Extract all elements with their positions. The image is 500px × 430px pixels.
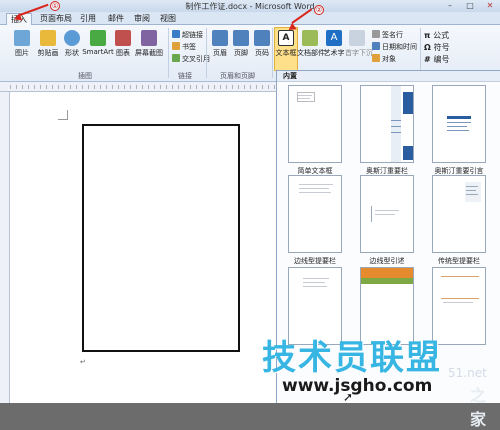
wordart-button[interactable]: A 艺术字 (323, 30, 345, 58)
group-links: 链接 (178, 72, 192, 80)
equation-button[interactable]: π 公式 (424, 30, 449, 41)
vertical-ruler[interactable] (0, 92, 10, 403)
footer-button[interactable]: 页脚 (230, 30, 252, 58)
header-button[interactable]: 页眉 (209, 30, 231, 58)
gallery-item-austin-quote[interactable]: 奥斯汀重要引言 (425, 85, 493, 176)
date-time-button[interactable]: 日期和时间 (372, 42, 417, 52)
cross-reference-icon (172, 54, 180, 62)
bookmark-button[interactable]: 书签 (172, 42, 196, 52)
watermark-url: www.jsgho.com (282, 376, 433, 396)
gallery-thumbnail (360, 175, 414, 253)
gallery-header: 内置 (277, 71, 500, 82)
signature-line-button[interactable]: 签名行 (372, 30, 403, 40)
gallery-thumbnail (432, 175, 486, 253)
clipart-icon (40, 30, 56, 46)
drop-cap-icon (349, 30, 365, 46)
clipart-button[interactable]: 剪贴画 (34, 30, 62, 58)
chart-button[interactable]: 图表 (112, 30, 134, 58)
gallery-thumbnail (288, 175, 342, 253)
smartart-icon (90, 30, 106, 46)
paragraph-mark: ↵ (80, 358, 86, 366)
header-icon (212, 30, 228, 46)
symbol-button[interactable]: Ω 符号 (424, 42, 450, 53)
gallery-item-sideline-sidebar[interactable]: 边线型提要栏 (281, 175, 349, 266)
picture-icon (14, 30, 30, 46)
gallery-thumbnail (360, 85, 414, 163)
bookmark-icon (172, 42, 180, 50)
link-icon (172, 30, 180, 38)
tab-review[interactable]: 审阅 (130, 13, 154, 25)
gallery-thumbnail (432, 85, 486, 163)
gallery-item-traditional-sidebar[interactable]: 传统型提要栏 (425, 175, 493, 266)
watermark-brand: 技术员联盟 (262, 338, 442, 378)
cross-reference-button[interactable]: 交叉引用 (172, 54, 210, 64)
gallery-item-simple-textbox[interactable]: 简单文本框 (281, 85, 349, 176)
shapes-button[interactable]: 形状 (60, 30, 84, 58)
pi-icon: π (424, 31, 434, 40)
close-icon[interactable]: ✕ (480, 0, 500, 11)
tab-mailings[interactable]: 邮件 (104, 13, 128, 25)
gallery-thumbnail (288, 85, 342, 163)
smartart-button[interactable]: SmartArt (82, 30, 114, 56)
mouse-cursor-icon: ➚ (343, 390, 354, 404)
window-title: 制作工作证.docx - Microsoft Word (185, 2, 315, 11)
watermark-side-text: 51.net (448, 366, 487, 380)
object-button[interactable]: 对象 (372, 54, 396, 64)
minimize-icon[interactable]: – (440, 0, 460, 11)
group-separator (168, 28, 169, 78)
tab-references[interactable]: 引用 (76, 13, 100, 25)
numbering-button[interactable]: # 编号 (424, 54, 450, 65)
textbox-button[interactable]: A 文本框 (274, 27, 298, 71)
gallery-item-sideline-quote[interactable]: 边线型引述 (353, 175, 421, 266)
object-icon (372, 54, 380, 62)
group-separator (272, 28, 273, 78)
title-bar: 制作工作证.docx - Microsoft Word – □ ✕ (0, 0, 500, 12)
screenshot-button[interactable]: 屏幕截图 (134, 30, 164, 58)
margin-corner-mark (58, 110, 68, 120)
shapes-icon (64, 30, 80, 46)
watermark-side-text-2: 之家 (470, 386, 487, 429)
footer-icon (233, 30, 249, 46)
chart-icon (115, 30, 131, 46)
calendar-icon (372, 42, 380, 50)
wordart-icon: A (326, 30, 342, 46)
hyperlink-button[interactable]: 超链接 (172, 30, 203, 40)
annotation-marker-2: ② (314, 5, 324, 15)
tab-page-layout[interactable]: 页面布局 (36, 13, 76, 25)
picture-button[interactable]: 图片 (10, 30, 34, 58)
group-separator (206, 28, 207, 78)
number-sign-icon: # (424, 55, 434, 64)
annotation-marker-1: ① (50, 1, 60, 11)
screenshot-icon (141, 30, 157, 46)
page-number-icon (254, 30, 270, 46)
tab-view[interactable]: 视图 (156, 13, 180, 25)
group-header-footer: 页眉和页脚 (220, 72, 255, 80)
group-illustrations: 插图 (78, 72, 92, 80)
ribbon-tabs: 插入 页面布局 引用 邮件 审阅 视图 (0, 12, 500, 25)
quick-parts-icon (302, 30, 318, 46)
horizontal-ruler[interactable] (0, 82, 276, 92)
gallery-item-austin-sidebar[interactable]: 奥斯汀重要栏 (353, 85, 421, 176)
quick-parts-button[interactable]: 文档部件 (297, 30, 325, 58)
drop-cap-button[interactable]: 首字下沉 (345, 30, 373, 58)
maximize-icon[interactable]: □ (460, 0, 480, 11)
page-number-button[interactable]: 页码 (251, 30, 273, 58)
signature-icon (372, 30, 380, 38)
document-textbox[interactable] (82, 124, 240, 352)
omega-icon: Ω (424, 43, 434, 52)
